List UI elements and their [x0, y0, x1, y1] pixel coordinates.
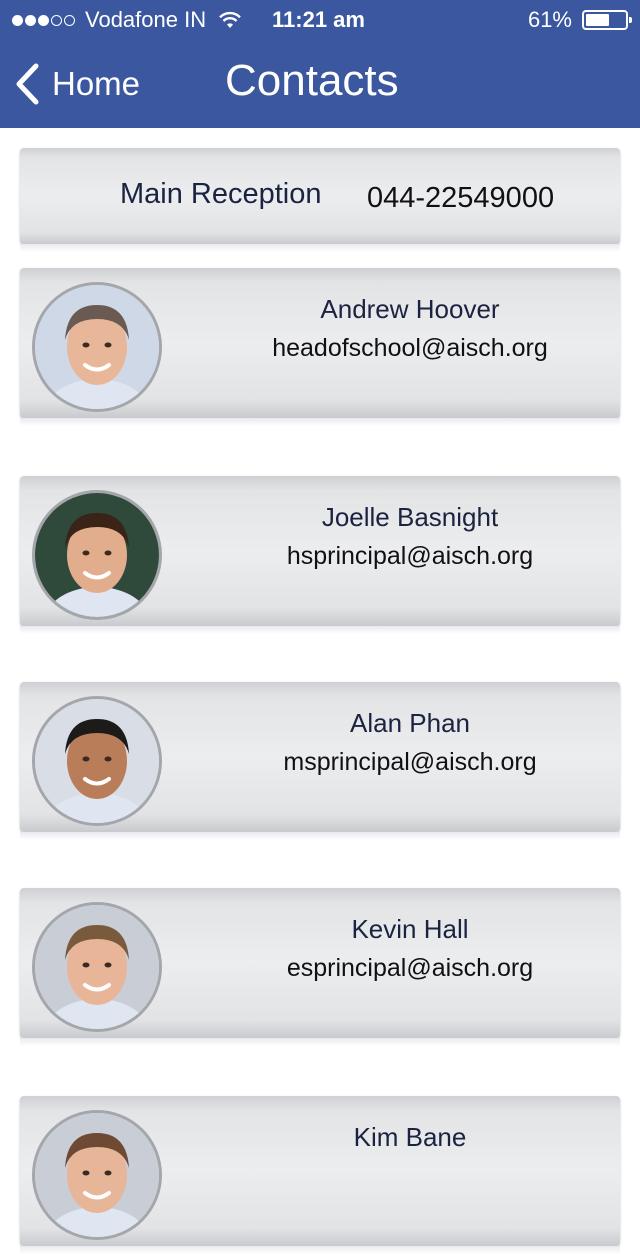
- signal-dot: [12, 14, 23, 26]
- navigation-bar: Home Contacts: [0, 40, 640, 128]
- contact-card[interactable]: Alan Phan msprincipal@aisch.org: [20, 682, 620, 840]
- back-button[interactable]: Home: [14, 60, 140, 108]
- reception-phone[interactable]: 044-22549000: [367, 182, 554, 215]
- wifi-icon: [219, 11, 241, 28]
- contact-name: Andrew Hoover: [320, 294, 500, 324]
- chevron-left-icon: [16, 63, 39, 105]
- page-title: Contacts: [225, 56, 399, 105]
- contact-name: Kevin Hall: [351, 914, 469, 944]
- avatar: [32, 282, 162, 412]
- contact-email[interactable]: hsprincipal@aisch.org: [190, 542, 630, 571]
- avatar: [32, 696, 162, 826]
- contact-card[interactable]: Kevin Hall esprincipal@aisch.org: [20, 888, 620, 1046]
- status-right: 61%: [527, 0, 632, 40]
- status-bar: Vodafone IN 11:21 am 61%: [0, 0, 640, 40]
- contact-card[interactable]: Andrew Hoover headofschool@aisch.org: [20, 268, 620, 426]
- reception-label: Main Reception: [120, 178, 322, 210]
- status-time: 11:21 am: [272, 7, 365, 32]
- contact-name: Alan Phan: [350, 708, 470, 738]
- carrier-name: Vodafone IN: [85, 7, 207, 32]
- contact-card[interactable]: Joelle Basnight hsprincipal@aisch.org: [20, 476, 620, 634]
- avatar: [32, 1110, 162, 1240]
- signal-dot: [38, 14, 49, 26]
- top-bar: Vodafone IN 11:21 am 61% Home Contacts: [0, 0, 640, 128]
- back-button-label: Home: [52, 65, 141, 102]
- contact-card[interactable]: Kim Bane: [20, 1096, 620, 1254]
- battery-level: [586, 14, 610, 26]
- main-reception-card[interactable]: Main Reception 044-22549000: [20, 148, 620, 252]
- contact-email[interactable]: esprincipal@aisch.org: [190, 954, 630, 983]
- signal-dot: [64, 14, 75, 26]
- contact-email[interactable]: msprincipal@aisch.org: [190, 748, 630, 777]
- signal-dot: [25, 14, 36, 26]
- signal-strength-icon: [12, 14, 77, 26]
- battery-icon: [582, 10, 632, 30]
- avatar: [32, 490, 162, 620]
- contact-email[interactable]: headofschool@aisch.org: [190, 334, 630, 363]
- contact-name: Kim Bane: [353, 1122, 467, 1152]
- contact-name: Joelle Basnight: [321, 502, 499, 532]
- status-left: Vodafone IN: [12, 0, 252, 40]
- battery-percent: 61%: [527, 7, 572, 32]
- avatar: [32, 902, 162, 1032]
- signal-dot: [51, 14, 62, 26]
